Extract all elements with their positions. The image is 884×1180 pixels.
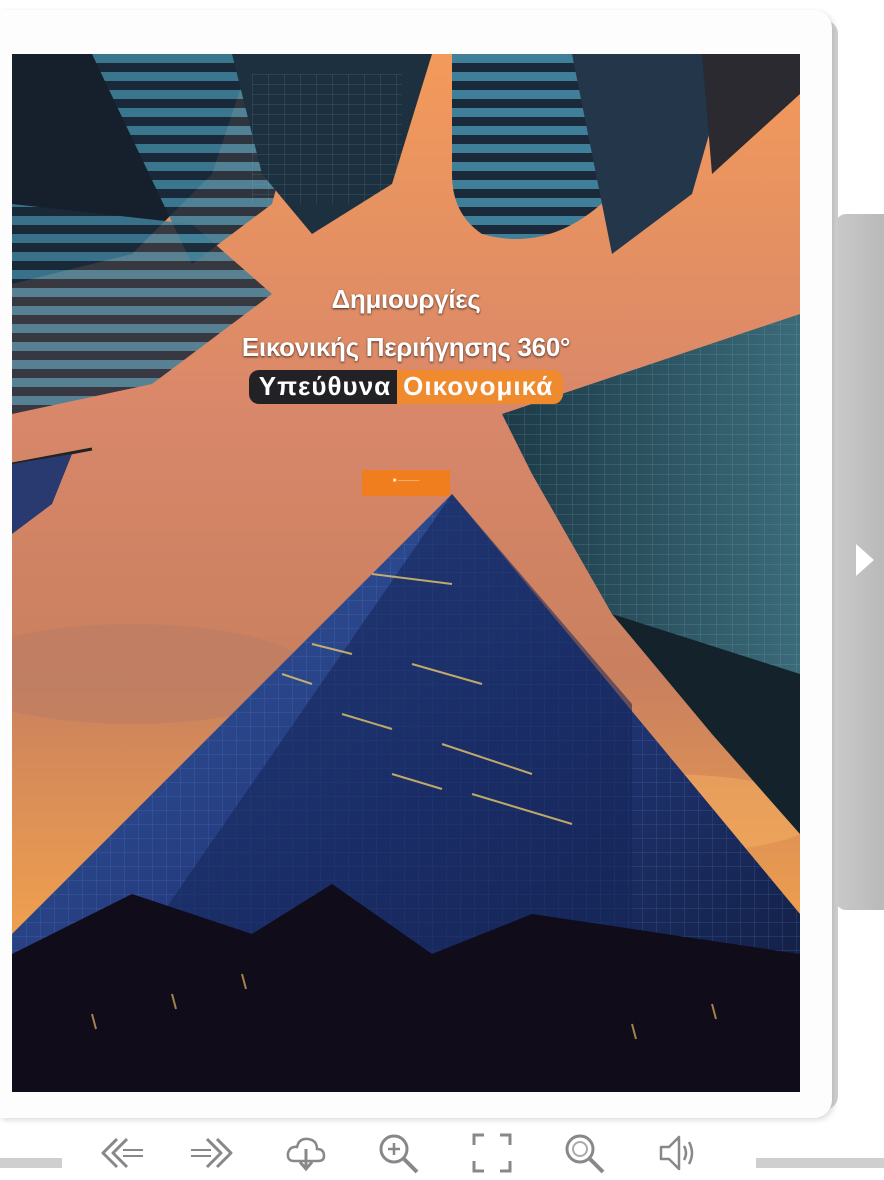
flipbook-toolbar (94, 1126, 724, 1180)
toolbar-divider-left (0, 1158, 62, 1168)
flipbook-page: Δημιουργίες Εικονικής Περιήγησης 360° Υπ… (0, 10, 832, 1118)
title-tag-orange: Οικονομικά (397, 370, 564, 404)
double-arrow-right-icon (191, 1137, 233, 1169)
sound-button[interactable] (650, 1126, 706, 1180)
fullscreen-icon (472, 1133, 512, 1173)
double-arrow-left-icon (101, 1137, 143, 1169)
toolbar-divider-right (756, 1158, 884, 1168)
next-page-button[interactable] (184, 1126, 240, 1180)
cover-image: Δημιουργίες Εικονικής Περιήγησης 360° Υπ… (12, 54, 800, 1092)
cover-title-line1: Δημιουργίες (331, 284, 481, 314)
search-icon (565, 1134, 605, 1174)
cover-title-line3: Υπεύθυνα Οικονομικά (12, 370, 800, 404)
zoom-in-button[interactable] (370, 1126, 426, 1180)
search-button[interactable] (556, 1126, 612, 1180)
fullscreen-button[interactable] (464, 1126, 520, 1180)
cover-title-line2: Εικονικής Περιήγησης 360° (241, 332, 571, 362)
chevron-right-icon[interactable] (852, 538, 880, 582)
speaker-icon (659, 1135, 694, 1171)
cover-cta-button[interactable]: ■ ───── (362, 470, 450, 496)
download-button[interactable] (278, 1126, 334, 1180)
zoom-in-icon (379, 1134, 419, 1174)
skyscraper-illustration (12, 54, 800, 1092)
title-tag-dark: Υπεύθυνα (248, 370, 398, 404)
previous-page-button[interactable] (94, 1126, 150, 1180)
cover-cta-label: ■ ───── (392, 478, 420, 484)
cloud-download-icon (286, 1137, 326, 1172)
